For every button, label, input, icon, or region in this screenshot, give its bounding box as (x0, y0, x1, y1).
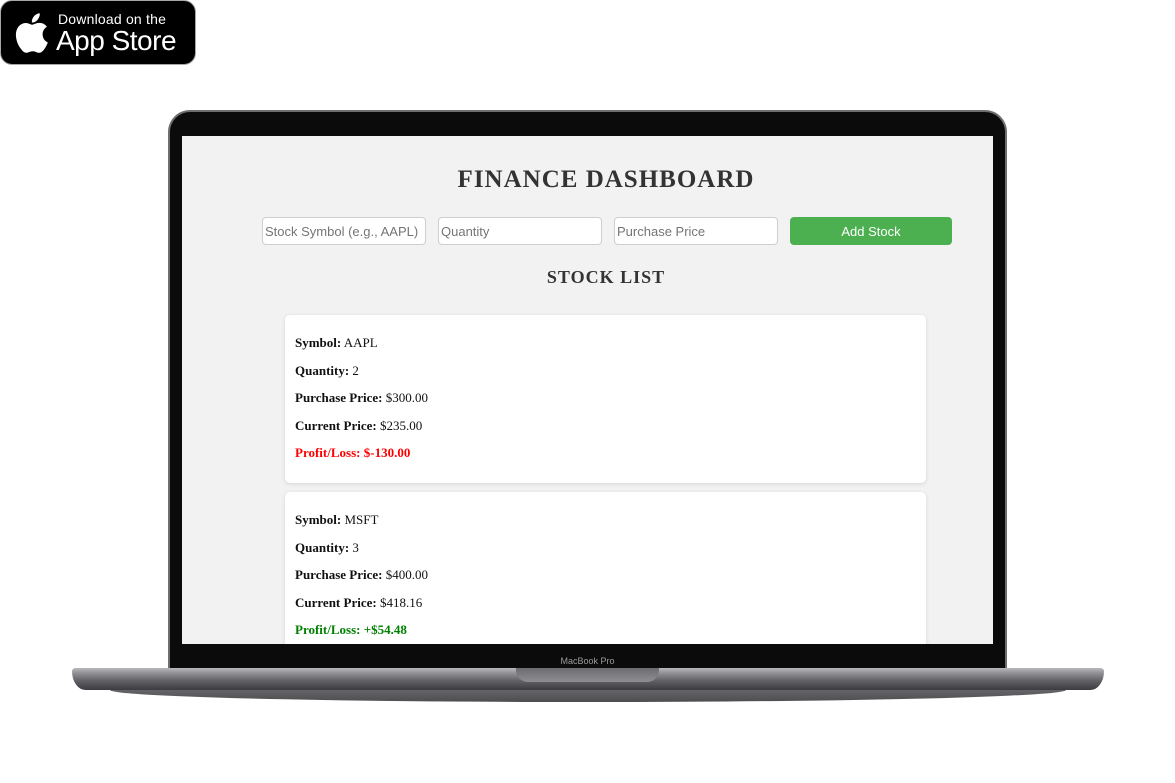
symbol-label: Symbol: (295, 512, 342, 527)
profit-loss-value: $-130.00 (363, 445, 411, 460)
laptop-notch (516, 668, 659, 682)
current-price-row: Current Price: $418.16 (295, 595, 422, 611)
purchase-price-value: $400.00 (385, 567, 428, 582)
symbol-value: MSFT (344, 512, 379, 527)
current-price-value: $235.00 (379, 418, 423, 433)
symbol-label: Symbol: (295, 335, 342, 350)
promo-stage: Download on the App Store MacBook Pro FI… (0, 0, 1175, 783)
profit-loss-row: Profit/Loss: +$54.48 (295, 622, 407, 638)
purchase-price-row: Purchase Price: $400.00 (295, 567, 428, 583)
stock-card: Symbol: AAPL Quantity: 2 Purchase Price:… (285, 315, 926, 483)
purchase-price-input[interactable] (614, 217, 778, 245)
profit-loss-row: Profit/Loss: $-130.00 (295, 445, 410, 461)
page-title: FINANCE DASHBOARD (457, 166, 755, 193)
purchase-price-row: Purchase Price: $300.00 (295, 390, 428, 406)
purchase-price-label: Purchase Price: (295, 567, 383, 582)
current-price-row: Current Price: $235.00 (295, 418, 422, 434)
current-price-label: Current Price: (295, 418, 377, 433)
quantity-value: 2 (352, 363, 359, 378)
stock-card: Symbol: MSFT Quantity: 3 Purchase Price:… (285, 492, 926, 644)
laptop-base-shadow (110, 690, 1066, 702)
purchase-price-value: $300.00 (385, 390, 428, 405)
symbol-row: Symbol: MSFT (295, 512, 378, 528)
quantity-label: Quantity: (295, 363, 350, 378)
quantity-label: Quantity: (295, 540, 350, 555)
add-stock-button[interactable]: Add Stock (790, 217, 952, 245)
quantity-row: Quantity: 2 (295, 363, 359, 379)
symbol-value: AAPL (343, 335, 378, 350)
profit-loss-value: +$54.48 (363, 622, 407, 637)
purchase-price-label: Purchase Price: (295, 390, 383, 405)
badge-line2: App Store (56, 25, 177, 56)
apple-icon (15, 13, 48, 53)
laptop-label: MacBook Pro (560, 656, 615, 666)
app-store-badge[interactable]: Download on the App Store (0, 0, 196, 65)
quantity-input[interactable] (438, 217, 602, 245)
quantity-value: 3 (352, 540, 359, 555)
profit-loss-label: Profit/Loss: (295, 445, 361, 460)
current-price-label: Current Price: (295, 595, 377, 610)
stock-symbol-input[interactable] (262, 217, 426, 245)
symbol-row: Symbol: AAPL (295, 335, 378, 351)
laptop-screen: FINANCE DASHBOARD Add Stock STOCK LIST S… (182, 136, 993, 644)
current-price-value: $418.16 (379, 595, 423, 610)
profit-loss-label: Profit/Loss: (295, 622, 361, 637)
stock-list-title: STOCK LIST (546, 267, 666, 287)
quantity-row: Quantity: 3 (295, 540, 359, 556)
